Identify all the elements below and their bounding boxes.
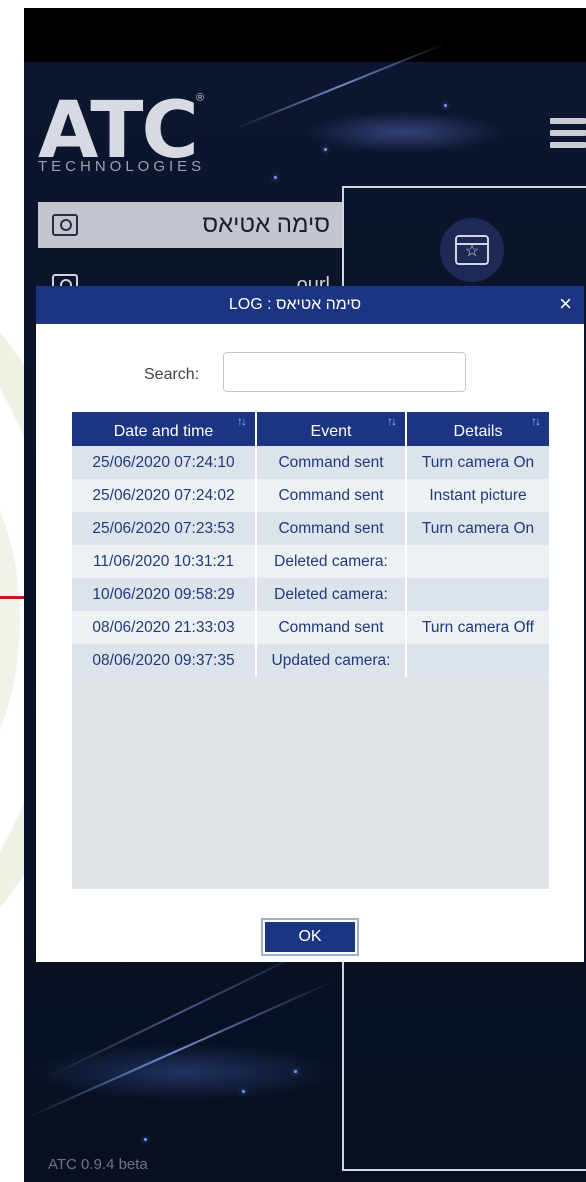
column-header-date[interactable]: Date and time ↑↓: [72, 412, 257, 446]
light-dot: [144, 1138, 147, 1141]
status-bar: [24, 8, 586, 62]
calendar-star-icon: ☆: [455, 235, 489, 265]
table-header-row: Date and time ↑↓ Event ↑↓ Details ↑↓: [72, 412, 549, 446]
cell-event: Deleted camera:: [256, 545, 407, 578]
light-dot: [242, 1090, 245, 1093]
light-dot: [274, 176, 277, 179]
logo-subtitle: TECHNOLOGIES: [38, 158, 206, 175]
column-header-details[interactable]: Details ↑↓: [406, 412, 549, 446]
table-row[interactable]: 08/06/2020 21:33:03 Command sent Turn ca…: [72, 611, 549, 644]
registered-mark: ®: [196, 92, 205, 104]
table-row[interactable]: 10/06/2020 09:58:29 Deleted camera:: [72, 578, 549, 611]
cell-event: Command sent: [256, 512, 407, 545]
red-line-marker: [0, 596, 24, 599]
dialog-title: LOG : סימה אטיאס: [228, 296, 362, 313]
dialog-header: LOG : סימה אטיאס ×: [36, 286, 584, 324]
cell-event: Deleted camera:: [256, 578, 407, 611]
column-header-label: Date and time: [113, 423, 214, 440]
table-row[interactable]: 08/06/2020 09:37:35 Updated camera:: [72, 644, 549, 677]
column-header-event[interactable]: Event ↑↓: [256, 412, 407, 446]
sidebar-item-label: סימה אטיאס: [202, 211, 330, 238]
cell-details: [406, 644, 549, 677]
ok-button-label: OK: [265, 922, 355, 952]
screen: ATC ® TECHNOLOGIES סימה אטיאס ourl ☆ ATC…: [0, 0, 586, 1182]
cell-date: 08/06/2020 21:33:03: [72, 611, 257, 644]
version-label: ATC 0.9.4 beta: [48, 1156, 148, 1173]
atc-logo: ATC ® TECHNOLOGIES: [38, 92, 238, 182]
cell-event: Command sent: [256, 479, 407, 512]
search-row: Search:: [36, 352, 584, 392]
cell-details: [406, 545, 549, 578]
sidebar-item-active[interactable]: סימה אטיאס: [38, 202, 344, 248]
light-dot: [324, 148, 327, 151]
log-table: Date and time ↑↓ Event ↑↓ Details ↑↓ 25/06/…: [72, 412, 549, 677]
cell-details: Turn camera On: [406, 446, 549, 479]
cell-date: 25/06/2020 07:23:53: [72, 512, 257, 545]
cell-details: [406, 578, 549, 611]
ok-button[interactable]: OK: [261, 918, 359, 956]
light-dot: [444, 104, 447, 107]
cell-event: Updated camera:: [256, 644, 407, 677]
schedule-button[interactable]: ☆: [440, 218, 504, 282]
cell-event: Command sent: [256, 446, 407, 479]
search-input[interactable]: [223, 352, 466, 392]
cell-date: 08/06/2020 09:37:35: [72, 644, 257, 677]
table-row[interactable]: 11/06/2020 10:31:21 Deleted camera:: [72, 545, 549, 578]
hamburger-menu-icon[interactable]: [550, 118, 586, 148]
sort-icon: ↑↓: [237, 414, 247, 428]
log-dialog: LOG : סימה אטיאס × Search: Date and time…: [36, 286, 584, 962]
cell-date: 11/06/2020 10:31:21: [72, 545, 257, 578]
column-header-label: Event: [310, 423, 352, 440]
log-table-container[interactable]: Date and time ↑↓ Event ↑↓ Details ↑↓ 25/06/…: [72, 412, 549, 889]
sort-icon: ↑↓: [387, 414, 397, 428]
cell-details: Instant picture: [406, 479, 549, 512]
column-header-label: Details: [453, 423, 503, 440]
search-label: Search:: [144, 366, 200, 383]
table-row[interactable]: 25/06/2020 07:23:53 Command sent Turn ca…: [72, 512, 549, 545]
close-icon[interactable]: ×: [559, 292, 572, 316]
table-row[interactable]: 25/06/2020 07:24:10 Command sent Turn ca…: [72, 446, 549, 479]
cell-date: 25/06/2020 07:24:02: [72, 479, 257, 512]
cell-details: Turn camera On: [406, 512, 549, 545]
cell-details: Turn camera Off: [406, 611, 549, 644]
light-dot: [294, 1070, 297, 1073]
sort-icon: ↑↓: [531, 414, 541, 428]
cell-event: Command sent: [256, 611, 407, 644]
cell-date: 25/06/2020 07:24:10: [72, 446, 257, 479]
camera-icon: [52, 214, 78, 236]
table-row[interactable]: 25/06/2020 07:24:02 Command sent Instant…: [72, 479, 549, 512]
cell-date: 10/06/2020 09:58:29: [72, 578, 257, 611]
